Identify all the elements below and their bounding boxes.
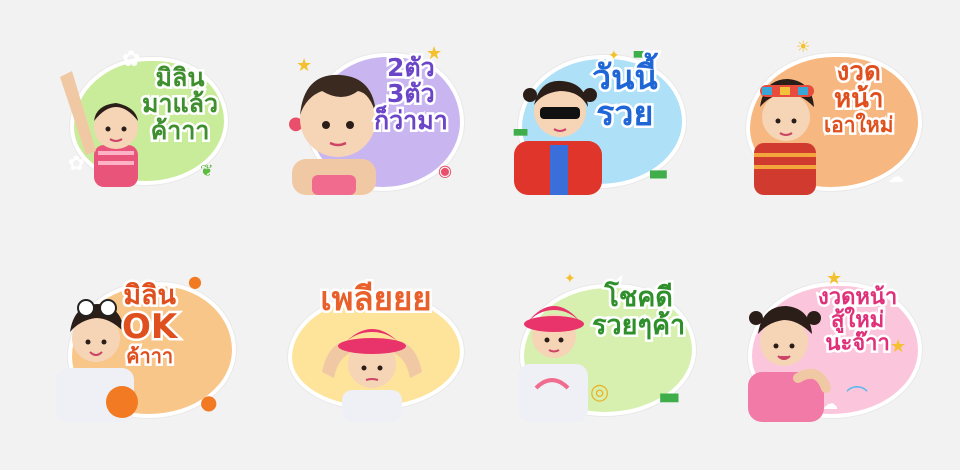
sticker-2[interactable]: ★ ★ ● ◉ 2ตัว 3ตัว ก็ว่ามา — [278, 45, 464, 195]
child-photo — [50, 67, 146, 187]
sticker-caption: มิลิน OK ค้าาา — [119, 279, 179, 369]
sticker-caption: เพลียยย — [318, 279, 434, 318]
banknote-icon: ▬ — [648, 161, 669, 186]
cloud-icon: ☁ — [888, 167, 904, 186]
sticker-caption: งวดหน้า สู้ใหม่ นะจ๊าา — [815, 283, 899, 357]
banknote-icon: ▬ — [658, 382, 681, 410]
sticker-caption: 2ตัว 3ตัว ก็ว่ามา — [372, 52, 451, 136]
sticker-4[interactable]: ☀ ☁ งวด หน้า เอาใหม่ — [738, 39, 922, 195]
child-photo — [314, 312, 430, 422]
child-photo — [282, 63, 386, 195]
sun-icon: ☀ — [796, 37, 811, 56]
sticker-5[interactable]: ● ● มิลิน OK ค้าาา — [50, 272, 236, 422]
sticker-caption: วันนี้ รวย — [590, 58, 661, 134]
sticker-caption: โชคดี รวยๆค้า — [589, 281, 687, 343]
sticker-caption: งวด หน้า เอาใหม่ — [822, 56, 896, 138]
rainbow-icon: ⌒ — [846, 386, 869, 411]
sticker-caption: มิลิน มาแล้ว ค้าาา — [140, 62, 221, 146]
sticker-6[interactable]: เพลียยย — [284, 272, 464, 422]
leaf-icon: ❦ — [200, 161, 214, 180]
sticker-grid: ✿ ✿ ❦ มิลิน มาแล้ว ค้าาา ★ ★ ● ◉ 2ตัว 3ต… — [0, 0, 960, 470]
child-photo — [740, 67, 830, 195]
sticker-3[interactable]: ▬ ▬ ▬ ✦ วันนี้ รวย — [508, 45, 688, 195]
orange-fruit-icon: ● — [188, 272, 202, 291]
sticker-7[interactable]: ✦ ▬ ◎ โชคดี รวยๆค้า — [508, 272, 696, 422]
orange-fruit-icon: ● — [200, 390, 218, 414]
sticker-1[interactable]: ✿ ✿ ❦ มิลิน มาแล้ว ค้าาา — [50, 45, 230, 195]
sticker-8[interactable]: ★ ★ ⌒ ☁ งวดหน้า สู้ใหม่ นะจ๊าา — [740, 270, 922, 422]
child-photo — [512, 284, 596, 422]
lollipop-icon: ◉ — [438, 161, 452, 180]
